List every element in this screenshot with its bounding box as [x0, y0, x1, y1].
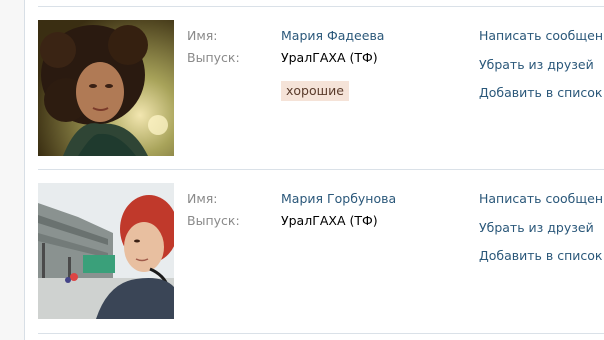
- avatar-photo-image: [38, 183, 174, 319]
- avatar-photo-image: [38, 20, 174, 156]
- friend-row: Имя: Мария Горбунова Выпуск: УралГАХА (Т…: [25, 170, 604, 320]
- graduation-value: УралГАХА (ТФ): [281, 213, 378, 228]
- remove-friend-link[interactable]: Убрать из друзей: [479, 220, 594, 235]
- friends-list-panel: Имя: Мария Фадеева Выпуск: УралГАХА (ТФ)…: [24, 0, 604, 340]
- send-message-link[interactable]: Написать сообщение: [479, 191, 604, 206]
- friend-row: Имя: Мария Фадеева Выпуск: УралГАХА (ТФ)…: [25, 7, 604, 157]
- add-to-list-link[interactable]: Добавить в список: [479, 85, 602, 100]
- remove-friend-link[interactable]: Убрать из друзей: [479, 57, 594, 72]
- friend-avatar[interactable]: [38, 183, 174, 319]
- add-to-list-link[interactable]: Добавить в список: [479, 248, 602, 263]
- name-label: Имя:: [187, 28, 218, 43]
- graduation-value: УралГАХА (ТФ): [281, 50, 378, 65]
- friend-name-link[interactable]: Мария Горбунова: [281, 191, 396, 206]
- friend-name-text[interactable]: Мария Горбунова: [281, 191, 396, 206]
- graduation-label: Выпуск:: [187, 50, 240, 65]
- friend-avatar[interactable]: [38, 20, 174, 156]
- friend-name-link[interactable]: Мария Фадеева: [281, 28, 384, 43]
- graduation-label: Выпуск:: [187, 213, 240, 228]
- row-separator: [38, 333, 604, 334]
- send-message-link[interactable]: Написать сообщение: [479, 28, 604, 43]
- friend-name-text[interactable]: Мария Фадеева: [281, 28, 384, 43]
- friend-list-tag[interactable]: хорошие: [281, 81, 349, 101]
- name-label: Имя:: [187, 191, 218, 206]
